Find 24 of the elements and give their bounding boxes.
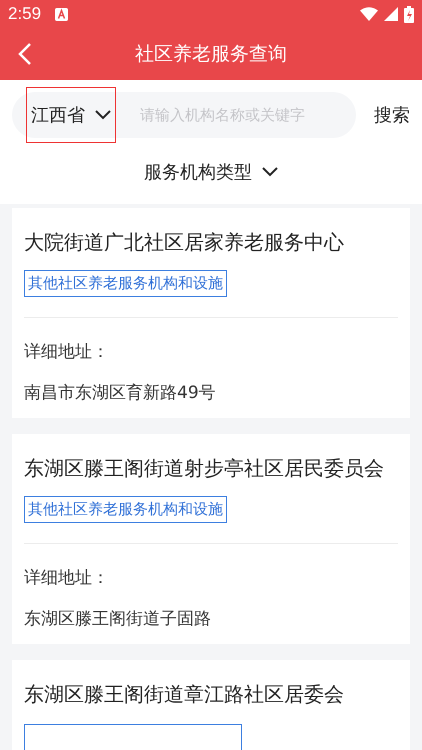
province-dropdown[interactable]: 江西省	[26, 87, 116, 143]
address-label: 详细地址：	[24, 341, 110, 363]
chevron-down-icon	[95, 110, 111, 120]
wifi-icon	[360, 7, 378, 21]
page-title: 社区养老服务查询	[135, 42, 287, 67]
institution-name: 大院街道广北社区居家养老服务中心	[24, 229, 345, 256]
type-filter-dropdown[interactable]: 服务机构类型	[138, 159, 284, 185]
institution-name: 东湖区滕王阁街道章江路社区居委会	[24, 681, 345, 708]
battery-icon	[404, 6, 414, 22]
notification-icon	[55, 8, 68, 20]
category-tag: 其他社区养老服务机构和设施	[24, 496, 227, 523]
category-tag: 其他社区养老服务机构和设施	[24, 270, 227, 297]
search-button[interactable]: 搜索	[374, 103, 410, 127]
signal-icon	[384, 7, 398, 21]
institution-card[interactable]: 东湖区滕王阁街道章江路社区居委会	[12, 660, 410, 750]
address-text: 东湖区滕王阁街道子固路	[24, 608, 212, 630]
back-icon[interactable]	[18, 42, 32, 66]
institution-name: 东湖区滕王阁街道射步亭社区居民委员会	[24, 455, 385, 482]
address-label: 详细地址：	[24, 567, 110, 589]
status-time: 2:59	[8, 4, 42, 24]
chevron-down-icon	[262, 167, 278, 177]
address-text: 南昌市东湖区育新路49号	[24, 382, 217, 404]
institution-card[interactable]: 东湖区滕王阁街道射步亭社区居民委员会 其他社区养老服务机构和设施 详细地址： 东湖区滕王阁街道子固路	[12, 434, 410, 644]
institution-card[interactable]: 大院街道广北社区居家养老服务中心 其他社区养老服务机构和设施 详细地址： 南昌市东湖区育新路49号	[12, 208, 410, 418]
